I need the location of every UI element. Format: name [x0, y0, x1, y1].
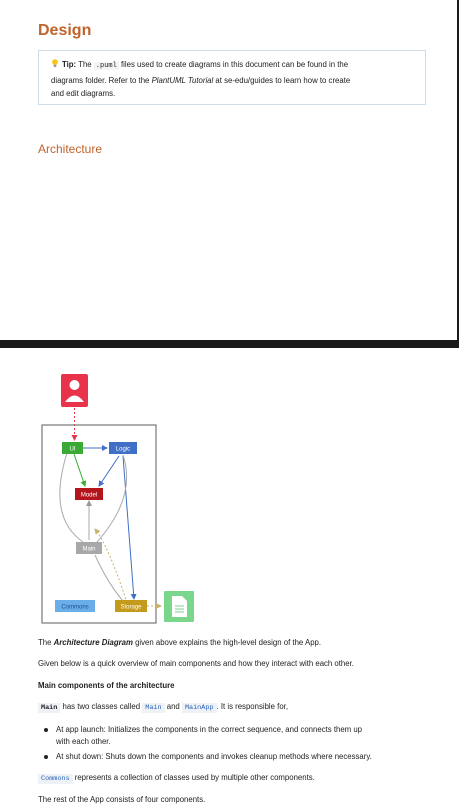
commons-code: Commons: [38, 774, 73, 784]
paragraph-text: The: [38, 638, 52, 647]
main-components-heading: Main components of the architecture: [38, 681, 175, 690]
commons-node-label: Commons: [61, 605, 88, 611]
ui-node-label: UI: [70, 447, 76, 453]
tip-text: and edit diagrams.: [51, 89, 116, 98]
ui-to-model-arrow: [73, 453, 87, 487]
page-separator: [0, 340, 459, 348]
file-icon: [164, 591, 194, 622]
model-node: Model: [75, 488, 103, 500]
main-code: Main: [38, 703, 61, 713]
logic-to-storage-arrow: [122, 455, 137, 600]
app-boundary: [41, 424, 157, 624]
architecture-heading: Architecture: [38, 142, 103, 156]
tip-text: files used to create diagrams in this do…: [120, 60, 349, 69]
commons-node: Commons: [55, 600, 95, 612]
main-description: Main has two classes called Main and Mai…: [38, 701, 288, 714]
page-1: Design Tip: The .puml files used to crea…: [0, 0, 459, 340]
logic-node: Logic: [109, 442, 137, 454]
ui-node: UI: [62, 442, 83, 454]
logic-node-label: Logic: [116, 447, 130, 453]
puml-code: .puml: [93, 62, 119, 70]
tip-box: Tip: The .puml files used to create diag…: [38, 50, 426, 105]
architecture-paragraph: The Architecture Diagram given above exp…: [38, 637, 321, 649]
paragraph-text: . It is responsible for,: [216, 702, 289, 711]
main-node-label: Main: [82, 547, 95, 553]
logic-to-model-arrow: [98, 455, 120, 487]
plantuml-tutorial-link[interactable]: PlantUML Tutorial: [152, 76, 214, 85]
paragraph-text: and: [166, 702, 180, 711]
main-class-code: Main: [142, 703, 165, 713]
tip-text: diagrams folder. Refer to the: [51, 75, 150, 85]
tip-text: The: [78, 60, 92, 69]
list-item-text: At shut down: Shuts down the components …: [56, 752, 372, 761]
architecture-diagram: UI Logic Model Main Commons Storage: [41, 374, 194, 624]
user-icon: [61, 374, 88, 407]
storage-node: Storage: [115, 600, 147, 612]
responsibility-list: At app launch: Initializes the component…: [38, 724, 428, 766]
user-icon-head: [69, 380, 80, 390]
paragraph-text: represents a collection of classes used …: [74, 773, 315, 782]
list-item-text: with each other.: [56, 737, 111, 746]
architecture-diagram-term: Architecture Diagram: [53, 638, 133, 647]
tip-label: Tip:: [62, 60, 77, 69]
storage-node-label: Storage: [120, 605, 142, 611]
commons-description: Commons represents a collection of class…: [38, 772, 315, 785]
lightbulb-icon: [52, 59, 58, 68]
list-item: At shut down: Shuts down the components …: [38, 751, 428, 763]
paragraph-text: given above explains the high-level desi…: [135, 638, 322, 647]
page-2: UI Logic Model Main Commons Storage The …: [0, 348, 459, 812]
tip-text: at se-edu/guides to learn how to create: [215, 75, 351, 85]
main-node: Main: [76, 542, 102, 554]
model-node-label: Model: [81, 493, 97, 499]
list-item: At app launch: Initializes the component…: [38, 724, 428, 748]
design-heading: Design: [38, 22, 92, 39]
list-item-text: At app launch: Initializes the component…: [56, 725, 362, 734]
rest-paragraph: The rest of the App consists of four com…: [38, 795, 206, 804]
paragraph-text: has two classes called: [62, 702, 141, 711]
overview-paragraph: Given below is a quick overview of main …: [38, 659, 354, 668]
main-to-storage-line: [94, 554, 124, 602]
mainapp-class-code: MainApp: [181, 703, 217, 713]
user-icon-bg: [61, 374, 88, 407]
